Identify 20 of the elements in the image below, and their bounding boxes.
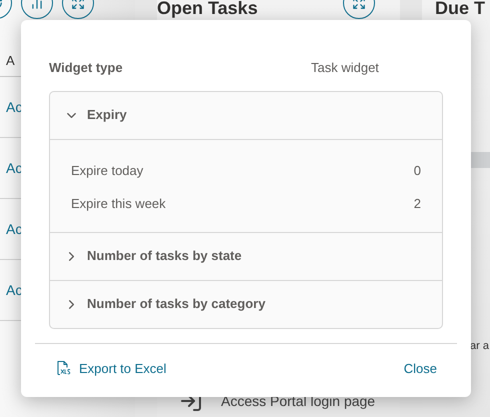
- widget-type-value: Task widget: [311, 59, 379, 77]
- spreadsheet-file-icon: [55, 360, 71, 376]
- row-link[interactable]: Ac: [6, 158, 22, 178]
- column-header: A: [6, 52, 15, 70]
- section-header[interactable]: Expiry: [50, 92, 442, 138]
- row-link[interactable]: Ac: [6, 218, 22, 240]
- row-value: 2: [414, 195, 421, 213]
- row-link[interactable]: Ac: [6, 280, 22, 300]
- widget-type-label: Widget type: [49, 59, 124, 77]
- section-header[interactable]: Number of tasks by category: [50, 280, 442, 328]
- close-button[interactable]: Close: [404, 358, 437, 378]
- row-text: ar a: [470, 340, 489, 352]
- section-header[interactable]: Number of tasks by state: [50, 232, 442, 280]
- card-title: Open Tasks: [157, 0, 258, 20]
- row-label: Expire today: [71, 162, 144, 180]
- export-button[interactable]: Export to Excel: [55, 358, 166, 378]
- card-title: Due T: [435, 0, 486, 20]
- row-value: 0: [414, 162, 421, 180]
- row-label: Expire this week: [71, 195, 166, 213]
- row-link[interactable]: Ac: [6, 96, 22, 118]
